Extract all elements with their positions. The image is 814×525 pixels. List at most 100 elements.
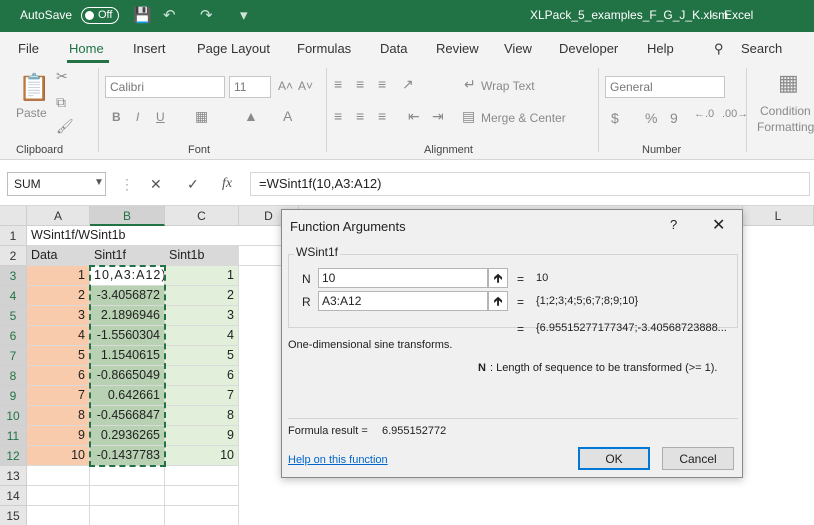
empty-cell[interactable]	[165, 466, 239, 486]
format-painter-icon[interactable]: 🖌	[56, 118, 74, 135]
col-header-a[interactable]: A	[27, 206, 90, 226]
italic-button[interactable]: I	[136, 110, 139, 124]
merge-center-icon[interactable]: ▤	[462, 108, 475, 125]
col-header-c[interactable]: C	[165, 206, 239, 226]
row-header[interactable]: 13	[0, 466, 27, 486]
close-icon[interactable]: ✕	[712, 215, 725, 235]
empty-cell[interactable]	[90, 466, 165, 486]
cell-data[interactable]: 4	[27, 326, 90, 346]
wrap-text-icon[interactable]: ↵	[464, 76, 476, 93]
collapse-dialog-icon[interactable]: 🡱	[488, 268, 508, 288]
cancel-button[interactable]: Cancel	[662, 447, 734, 470]
cell-a1[interactable]: WSint1f/WSint1b	[27, 226, 239, 246]
font-size-select[interactable]: 11	[229, 76, 271, 98]
search-icon[interactable]: ⚲	[714, 41, 724, 57]
cell-sint1b[interactable]: 2	[165, 286, 239, 306]
decrease-indent-icon[interactable]: ⇤	[408, 108, 420, 125]
font-color-icon[interactable]: A	[283, 108, 292, 124]
row-header[interactable]: 11	[0, 426, 27, 446]
cell-sint1b[interactable]: 10	[165, 446, 239, 466]
undo-icon[interactable]: ↶	[163, 6, 176, 24]
tab-formulas[interactable]: Formulas	[297, 41, 351, 56]
row-header[interactable]: 4	[0, 286, 27, 306]
paste-icon[interactable]: 📋	[18, 72, 50, 103]
help-icon[interactable]: ?	[670, 217, 677, 232]
currency-button[interactable]: $	[611, 110, 619, 126]
tab-view[interactable]: View	[504, 41, 532, 56]
shrink-font-button[interactable]: A˅	[298, 79, 313, 93]
cell-sint1b[interactable]: 5	[165, 346, 239, 366]
empty-cell[interactable]	[165, 506, 239, 525]
row-header[interactable]: 5	[0, 306, 27, 326]
name-box[interactable]: SUM	[7, 172, 106, 196]
underline-button[interactable]: U	[156, 110, 165, 124]
arg-input-r[interactable]: A3:A12	[318, 291, 488, 311]
orientation-icon[interactable]: ↗	[402, 76, 414, 93]
row-header[interactable]: 15	[0, 506, 27, 525]
cell-sint1f[interactable]: -0.1437783	[90, 446, 165, 466]
row-header[interactable]: 10	[0, 406, 27, 426]
align-bottom-icon[interactable]: ≡	[378, 76, 386, 92]
cell-sint1f[interactable]: -0.4566847	[90, 406, 165, 426]
wrap-text-label[interactable]: Wrap Text	[481, 79, 535, 93]
cell-sint1b[interactable]: 6	[165, 366, 239, 386]
autosave-toggle[interactable]: Off	[81, 7, 119, 24]
cell-sint1f[interactable]: -0.8665049	[90, 366, 165, 386]
copy-icon[interactable]: ⧉	[56, 94, 66, 111]
arg-input-n[interactable]: 10	[318, 268, 488, 288]
cell-c2[interactable]: Sint1b	[165, 246, 239, 266]
ok-button[interactable]: OK	[578, 447, 650, 470]
row-header[interactable]: 7	[0, 346, 27, 366]
cell-sint1b[interactable]: 8	[165, 406, 239, 426]
empty-cell[interactable]	[90, 486, 165, 506]
empty-cell[interactable]	[27, 486, 90, 506]
cell-b3-editing[interactable]: 10,A3:A12)	[90, 266, 165, 286]
align-center-icon[interactable]: ≡	[356, 108, 364, 124]
cell-sint1b[interactable]: 4	[165, 326, 239, 346]
decrease-decimal-icon[interactable]: .00→	[722, 108, 748, 120]
bold-button[interactable]: B	[112, 110, 121, 124]
cell-data[interactable]: 1	[27, 266, 90, 286]
cell-data[interactable]: 5	[27, 346, 90, 366]
cut-icon[interactable]: ✂	[56, 68, 68, 85]
row-header[interactable]: 2	[0, 246, 27, 266]
fill-color-icon[interactable]: ▲	[244, 108, 258, 124]
tab-data[interactable]: Data	[380, 41, 407, 56]
conditional-formatting-label[interactable]: Condition	[760, 104, 811, 118]
cancel-entry-icon[interactable]: ✕	[150, 176, 162, 193]
search-label[interactable]: Search	[741, 41, 782, 56]
cell-sint1f[interactable]: -3.4056872	[90, 286, 165, 306]
name-box-dropdown-icon[interactable]: ▼	[94, 177, 104, 188]
col-header-b[interactable]: B	[90, 206, 165, 226]
cell-sint1f[interactable]: 0.642661	[90, 386, 165, 406]
cell-sint1b[interactable]: 7	[165, 386, 239, 406]
confirm-entry-icon[interactable]: ✓	[187, 176, 199, 193]
align-left-icon[interactable]: ≡	[334, 108, 342, 124]
select-all-corner[interactable]	[0, 206, 27, 226]
percent-button[interactable]: %	[645, 110, 657, 126]
insert-function-icon[interactable]: fx	[222, 176, 232, 192]
number-format-select[interactable]: General	[605, 76, 725, 98]
tab-review[interactable]: Review	[436, 41, 479, 56]
cell-sint1b[interactable]: 3	[165, 306, 239, 326]
cell-data[interactable]: 3	[27, 306, 90, 326]
font-name-select[interactable]: Calibri	[105, 76, 225, 98]
empty-cell[interactable]	[27, 506, 90, 525]
empty-cell[interactable]	[27, 466, 90, 486]
comma-button[interactable]: 9	[670, 110, 678, 126]
cell-sint1f[interactable]: -1.5560304	[90, 326, 165, 346]
tab-developer[interactable]: Developer	[559, 41, 618, 56]
cell-data[interactable]: 10	[27, 446, 90, 466]
row-header[interactable]: 3	[0, 266, 27, 286]
conditional-formatting-label-2[interactable]: Formatting	[757, 120, 814, 134]
help-on-function-link[interactable]: Help on this function	[288, 454, 388, 466]
formula-input[interactable]: =WSint1f(10,A3:A12)	[250, 172, 810, 196]
merge-center-label[interactable]: Merge & Center	[481, 111, 566, 125]
cell-b2[interactable]: Sint1f	[90, 246, 165, 266]
empty-cell[interactable]	[165, 486, 239, 506]
align-top-icon[interactable]: ≡	[334, 76, 342, 92]
row-header[interactable]: 8	[0, 366, 27, 386]
cell-data[interactable]: 7	[27, 386, 90, 406]
conditional-formatting-icon[interactable]: ▦	[778, 70, 799, 96]
row-header[interactable]: 12	[0, 446, 27, 466]
